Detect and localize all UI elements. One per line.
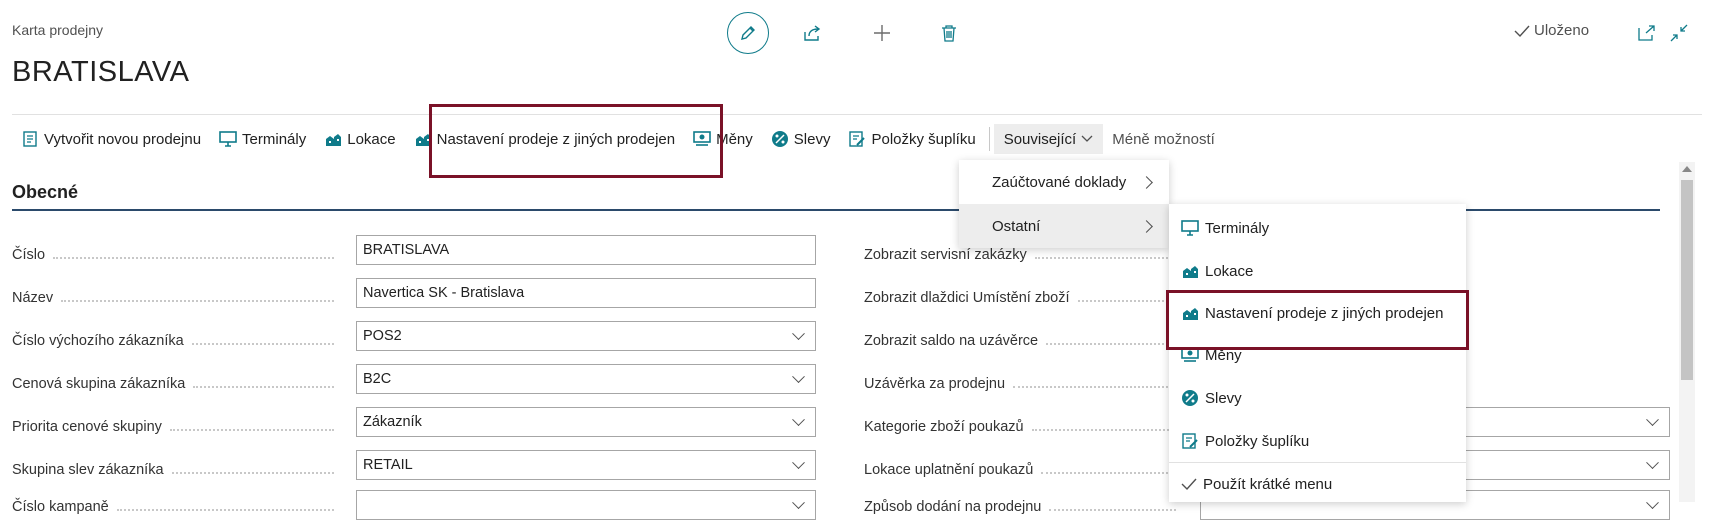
delete-button[interactable] [936, 20, 962, 46]
location-icon [326, 134, 342, 146]
discount-icon [771, 131, 788, 147]
new-document-icon [23, 131, 37, 147]
drawer-items-action[interactable]: Položky šuplíku [839, 124, 984, 154]
field-label: Zobrazit dlaždici Umístění zboží [864, 283, 1184, 313]
discounts-label: Slevy [793, 130, 831, 148]
header-divider [12, 114, 1702, 115]
new-store-label: Vytvořit novou prodejnu [44, 130, 202, 148]
fewer-options-label: Méně možností [1112, 130, 1215, 148]
submenu-divider [1169, 462, 1466, 463]
fewer-options-button[interactable]: Méně možností [1103, 124, 1224, 154]
chevron-down-icon [1646, 412, 1659, 426]
pencil-icon [741, 26, 755, 40]
chevron-down-icon [1646, 455, 1659, 469]
section-title: Obecné [12, 182, 79, 202]
terminal-icon [219, 131, 237, 147]
submenu-item-locations[interactable]: Lokace [1181, 256, 1253, 286]
drawer-items-label: Položky šuplíku [871, 130, 976, 148]
terminals-action[interactable]: Terminály [210, 124, 315, 154]
chevron-down-icon [1081, 135, 1093, 142]
submenu-item-short-menu[interactable]: Použít krátké menu [1181, 469, 1332, 499]
chevron-down-icon [792, 326, 805, 340]
locations-action[interactable]: Lokace [315, 124, 404, 154]
highlight-box [1166, 290, 1469, 350]
check-icon [1181, 478, 1197, 491]
menu-item-other[interactable]: Ostatní [959, 204, 1169, 248]
plus-icon [874, 25, 890, 41]
field-label: Název [12, 283, 342, 313]
trash-icon [942, 25, 956, 42]
saved-status: Uloženo [1514, 22, 1589, 39]
discounts-action[interactable]: Slevy [762, 124, 840, 154]
posted-documents-label: Zaúčtované doklady [992, 173, 1127, 191]
submenu-discounts-label: Slevy [1205, 389, 1242, 407]
name-input[interactable]: Navertica SK - Bratislava [356, 278, 816, 308]
discount-group-select[interactable]: RETAIL [356, 450, 816, 480]
number-input[interactable]: BRATISLAVA [356, 235, 816, 265]
share-button[interactable] [800, 20, 826, 46]
menu-item-posted-documents[interactable]: Zaúčtované doklady [959, 160, 1169, 204]
chevron-down-icon [1646, 495, 1659, 509]
chevron-down-icon [792, 412, 805, 426]
scrollbar-thumb[interactable] [1681, 180, 1693, 380]
other-submenu: Terminály Lokace Nastavení prodeje z jin… [1169, 204, 1466, 502]
action-separator [988, 127, 990, 151]
check-icon [1514, 25, 1530, 37]
field-label: Lokace uplatnění poukazů [864, 455, 1184, 485]
new-store-action[interactable]: Vytvořit novou prodejnu [12, 124, 210, 154]
scroll-up-arrow-icon[interactable] [1682, 166, 1692, 172]
field-label: Zobrazit saldo na uzávěrce [864, 326, 1184, 356]
other-label: Ostatní [992, 217, 1041, 235]
page-caption: Karta prodejny [12, 22, 104, 38]
default-customer-select[interactable]: POS2 [356, 321, 816, 351]
saved-label: Uloženo [1534, 22, 1590, 39]
share-icon [804, 25, 821, 41]
open-new-window-icon [1638, 25, 1655, 41]
discount-icon [1182, 390, 1198, 406]
collapse-button[interactable] [1668, 22, 1690, 44]
page-title: BRATISLAVA [12, 56, 190, 88]
price-group-select[interactable]: B2C [356, 364, 816, 394]
edit-button[interactable] [727, 12, 769, 54]
field-label: Skupina slev zákazníka [12, 455, 342, 485]
locations-label: Lokace [347, 130, 396, 148]
new-button[interactable] [869, 20, 895, 46]
chevron-down-icon [792, 369, 805, 383]
related-menu: Zaúčtované doklady Ostatní [959, 160, 1169, 248]
submenu-short-menu-label: Použít krátké menu [1203, 475, 1333, 493]
collapse-icon [1670, 24, 1688, 42]
submenu-locations-label: Lokace [1205, 262, 1254, 280]
chevron-right-icon [1140, 175, 1153, 189]
chevron-down-icon [792, 455, 805, 469]
field-label: Číslo kampaně [12, 492, 342, 522]
submenu-item-terminals[interactable]: Terminály [1181, 213, 1269, 243]
submenu-drawer-items-label: Položky šuplíku [1205, 432, 1310, 450]
terminal-icon [1181, 220, 1199, 236]
submenu-terminals-label: Terminály [1205, 219, 1270, 237]
field-label: Číslo výchozího zákazníka [12, 326, 342, 356]
submenu-item-discounts[interactable]: Slevy [1181, 383, 1242, 413]
chevron-right-icon [1140, 219, 1153, 233]
related-menu-button[interactable]: Související [993, 124, 1104, 154]
chevron-down-icon [792, 495, 805, 509]
field-label: Priorita cenové skupiny [12, 412, 342, 442]
field-label: Způsob dodání na prodejnu [864, 492, 1184, 522]
location-icon [1183, 266, 1198, 278]
related-label: Související [1003, 130, 1077, 148]
terminals-label: Terminály [242, 130, 307, 148]
field-label: Kategorie zboží poukazů [864, 412, 1184, 442]
edit-list-icon [849, 131, 866, 147]
field-label: Číslo [12, 240, 342, 270]
field-label: Cenová skupina zákazníka [12, 369, 342, 399]
open-new-window-button[interactable] [1636, 22, 1658, 44]
campaign-select[interactable] [356, 490, 816, 520]
submenu-item-drawer-items[interactable]: Položky šuplíku [1181, 426, 1309, 456]
edit-list-icon [1182, 433, 1198, 449]
field-label: Uzávěrka za prodejnu [864, 369, 1184, 399]
price-priority-select[interactable]: Zákazník [356, 407, 816, 437]
highlight-box [429, 104, 723, 178]
